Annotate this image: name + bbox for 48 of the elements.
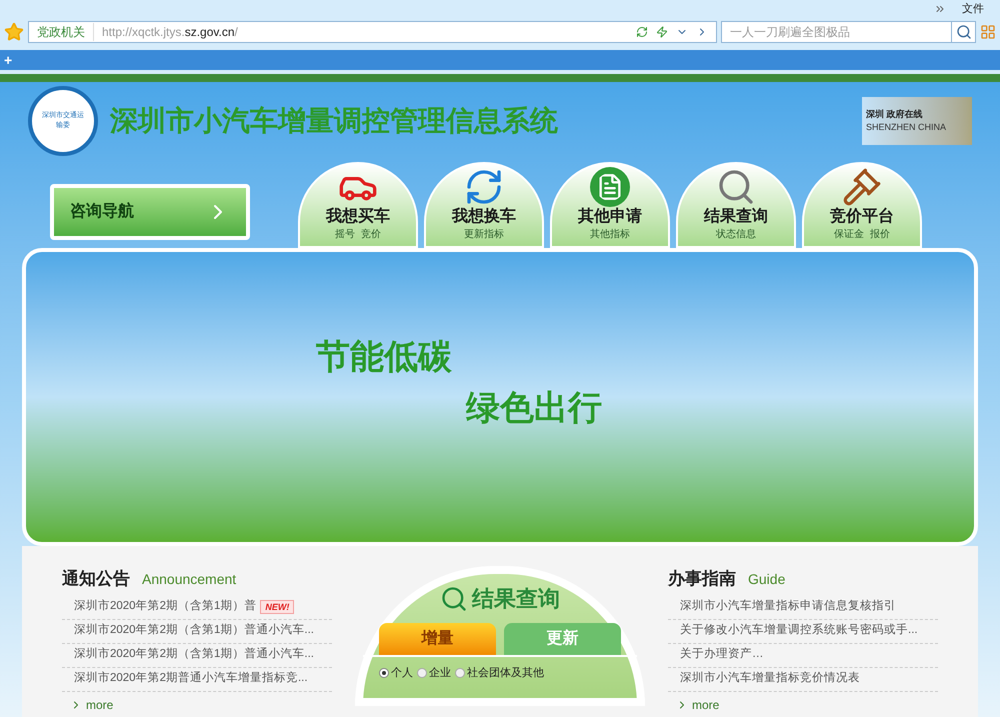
- notice-link[interactable]: 深圳市小汽车增量指标竞价情况表: [680, 670, 860, 688]
- radio-option[interactable]: 企业: [417, 665, 451, 682]
- consult-nav-button[interactable]: 咨询导航: [50, 184, 250, 240]
- notice-link[interactable]: 深圳市小汽车增量指标申请信息复核指引: [680, 598, 896, 616]
- new-badge: NEW!: [260, 600, 294, 614]
- notice-link[interactable]: 深圳市2020年第2期（含第1期）普通小汽车...: [74, 622, 314, 640]
- nav-tab[interactable]: 结果查询 状态信息: [676, 162, 796, 248]
- gavel-icon: [842, 167, 882, 207]
- url-text: http://xqctk.jtys.sz.gov.cn/: [102, 24, 239, 41]
- address-bar[interactable]: 党政机关 http://xqctk.jtys.sz.gov.cn/: [28, 21, 717, 43]
- notice-link[interactable]: 关于办理资产…: [680, 646, 764, 664]
- radio-option[interactable]: 社会团体及其他: [455, 665, 544, 682]
- nav-tab[interactable]: 我想换车 更新指标: [424, 162, 544, 248]
- more-link[interactable]: more: [692, 696, 720, 714]
- radio-button[interactable]: [417, 668, 427, 678]
- more-link[interactable]: more: [86, 696, 114, 714]
- nav-tab[interactable]: 其他申请 其他指标: [550, 162, 670, 248]
- radio-button[interactable]: [455, 668, 465, 678]
- overflow-icon[interactable]: [934, 3, 946, 15]
- new-tab-button[interactable]: +: [4, 50, 12, 70]
- notice-link[interactable]: 深圳市2020年第2期（含第1期）普通小汽车...: [74, 646, 314, 664]
- notice-link[interactable]: 深圳市2020年第2期普通小汽车增量指标竞...: [74, 670, 308, 688]
- slogan-text: 绿色出行: [466, 388, 602, 429]
- apps-icon[interactable]: [980, 24, 996, 40]
- lightning-icon[interactable]: [656, 26, 668, 38]
- query-tab[interactable]: 增量: [379, 623, 496, 655]
- radio-option[interactable]: 个人: [379, 665, 413, 682]
- query-title: 结果查询: [472, 585, 560, 613]
- site-title: 深圳市小汽车增量调控管理信息系统: [110, 104, 559, 138]
- query-icon: [440, 584, 468, 612]
- document-icon: [590, 167, 630, 207]
- government-badge: 党政机关: [37, 23, 94, 41]
- notice-link[interactable]: 关于修改小汽车增量调控系统账号密码或手...: [680, 622, 918, 640]
- shenzhen-logo: 深圳 政府在线 SHENZHEN CHINA: [862, 97, 972, 145]
- slogan-text: 节能低碳: [316, 337, 452, 378]
- search-button[interactable]: [952, 21, 976, 43]
- search-field[interactable]: 一人一刀刷遍全图极品: [721, 21, 952, 43]
- section-title: 通知公告: [62, 568, 130, 590]
- favorite-star-icon[interactable]: [4, 22, 24, 42]
- file-menu[interactable]: 文件: [962, 0, 984, 18]
- nav-tab[interactable]: 竞价平台 保证金 报价: [802, 162, 922, 248]
- section-subtitle: Guide: [748, 570, 786, 589]
- reload-icon[interactable]: [636, 26, 648, 38]
- nav-tab[interactable]: 我想买车 摇号 竞价: [298, 162, 418, 248]
- section-title: 办事指南: [668, 568, 736, 590]
- notice-link[interactable]: 深圳市2020年第2期（含第1期）普: [74, 598, 256, 616]
- section-subtitle: Announcement: [142, 570, 236, 589]
- radio-button[interactable]: [379, 668, 389, 678]
